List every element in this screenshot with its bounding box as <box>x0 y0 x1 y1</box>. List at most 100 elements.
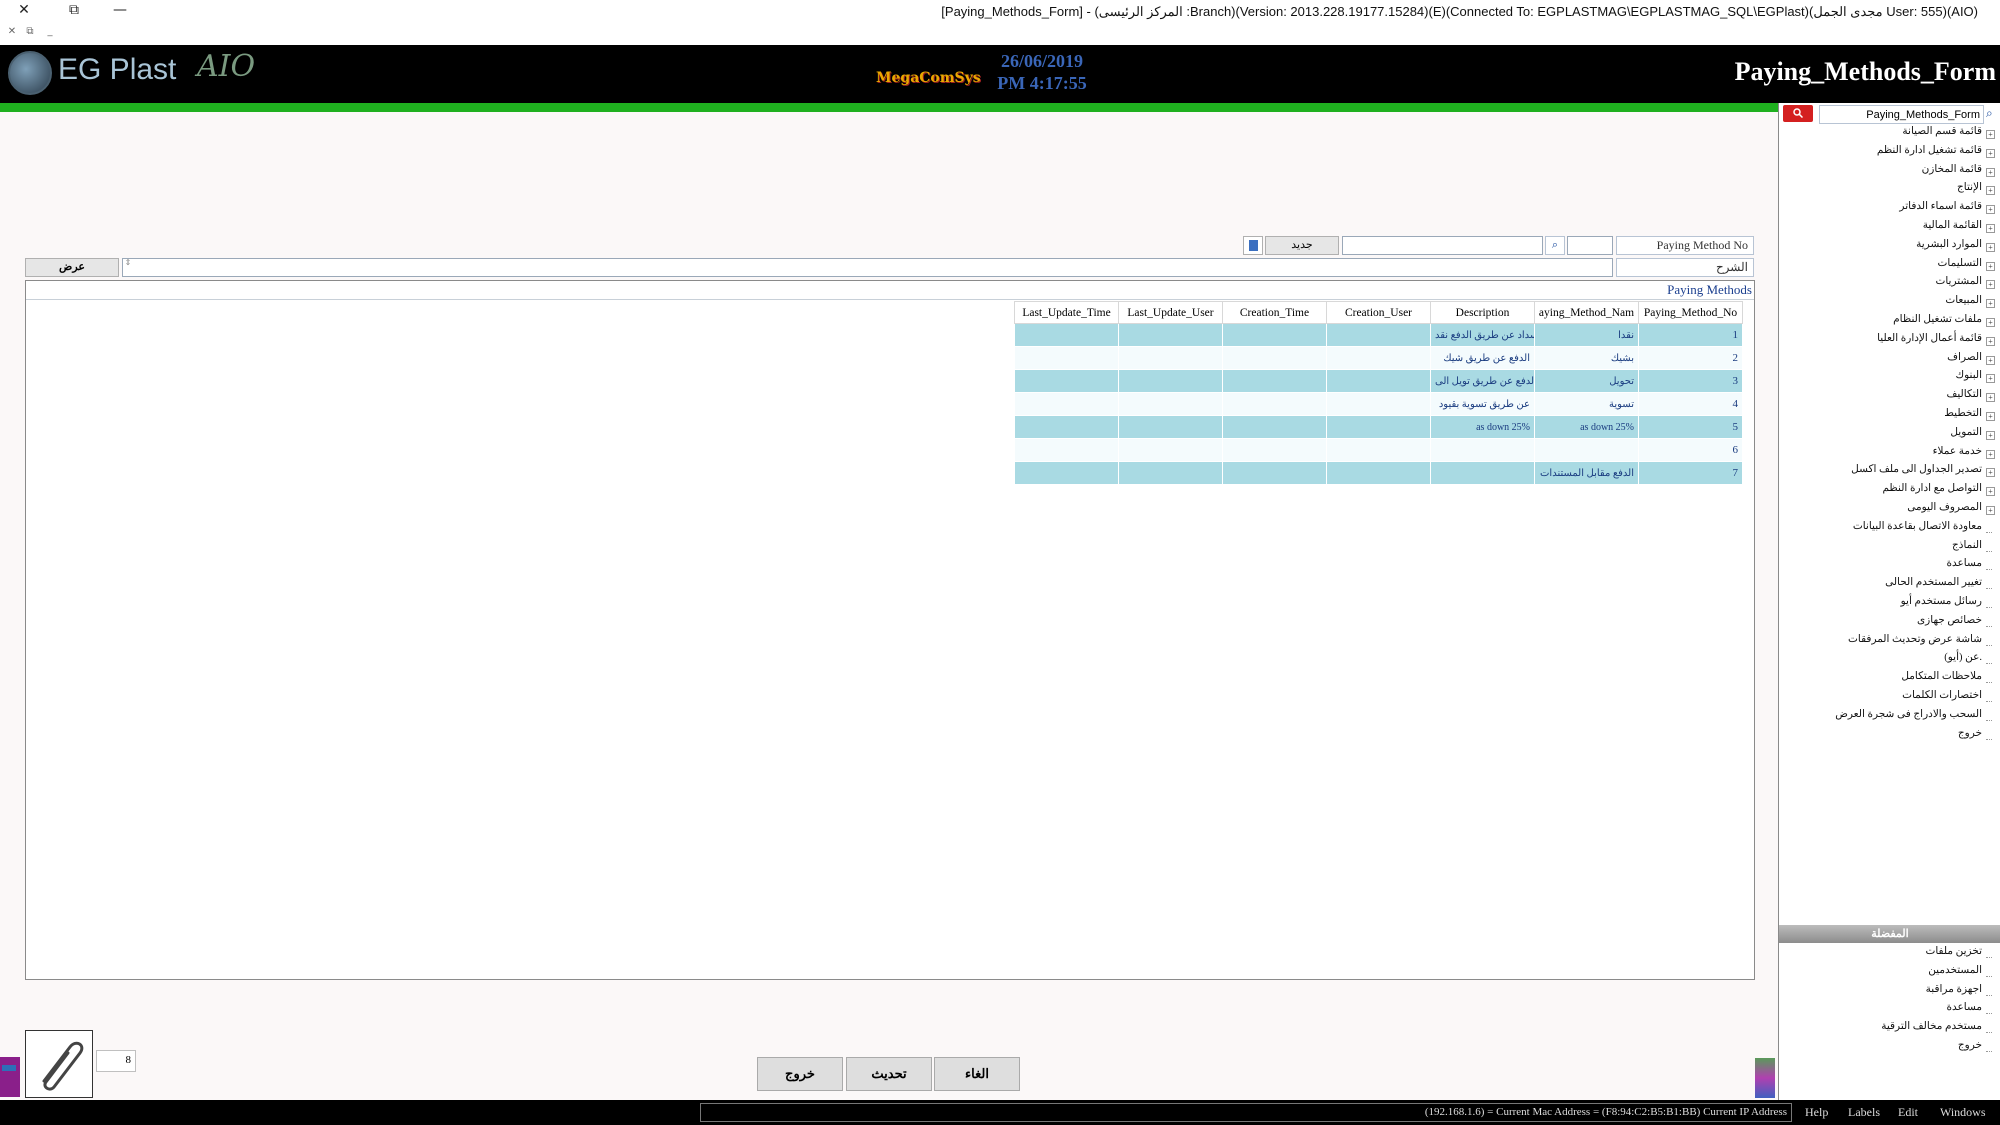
column-header[interactable]: Description <box>1430 301 1535 324</box>
column-header[interactable]: Creation_User <box>1326 301 1431 324</box>
show-button[interactable]: عرض <box>25 258 119 277</box>
expand-icon[interactable]: + <box>1986 468 1995 478</box>
table-cell[interactable] <box>1118 346 1223 370</box>
close-icon[interactable]: ✕ <box>12 2 36 20</box>
table-cell[interactable] <box>1014 415 1119 439</box>
description-input[interactable] <box>122 258 1613 277</box>
tree-item[interactable]: ملفات تشغيل النظام + <box>1778 313 1996 332</box>
tree-item[interactable]: التخطيط + <box>1778 407 1996 426</box>
column-header[interactable]: Creation_Time <box>1222 301 1327 324</box>
attachment-icon[interactable] <box>25 1030 93 1098</box>
table-row[interactable]: as down 25% as down 25% 5 <box>1014 415 1743 439</box>
table-cell[interactable] <box>1118 461 1223 485</box>
tree-item[interactable]: السحب والادراج فى شجرة العرض <box>1778 708 1996 727</box>
table-cell[interactable] <box>1014 346 1119 370</box>
menu-edit[interactable]: Edit <box>1898 1105 1918 1120</box>
table-cell[interactable] <box>1222 415 1327 439</box>
tree-item[interactable]: تغيير المستخدم الحالى <box>1778 576 1996 595</box>
column-header[interactable]: Last_Update_User <box>1118 301 1223 324</box>
table-cell[interactable]: as down 25% <box>1534 415 1639 439</box>
menu-labels[interactable]: Labels <box>1848 1105 1880 1120</box>
table-cell[interactable] <box>1222 461 1327 485</box>
table-cell[interactable]: بشيك <box>1534 346 1639 370</box>
expand-icon[interactable]: + <box>1986 317 1995 327</box>
column-header[interactable]: aying_Method_Nam <box>1534 301 1639 324</box>
tree-item[interactable]: قائمة المخازن + <box>1778 163 1996 182</box>
table-cell[interactable]: 3 <box>1638 369 1743 393</box>
expand-icon[interactable]: + <box>1986 167 1995 177</box>
tree-item[interactable]: التواصل مع ادارة النظم + <box>1778 482 1996 501</box>
sidebar-search-button[interactable] <box>1783 105 1813 122</box>
tree-item[interactable]: المبيعات + <box>1778 294 1996 313</box>
paying-method-no-input[interactable] <box>1567 236 1613 255</box>
expand-icon[interactable]: + <box>1986 393 1995 403</box>
tree-item[interactable]: المصروف اليومى + <box>1778 501 1996 520</box>
table-cell[interactable] <box>1222 346 1327 370</box>
menu-help[interactable]: Help <box>1805 1105 1828 1120</box>
exit-button[interactable]: خروج <box>757 1057 843 1091</box>
cancel-button[interactable]: الغاء <box>934 1057 1020 1091</box>
tree-item[interactable]: عن (أيو). <box>1778 651 1996 670</box>
menu-windows[interactable]: Windows <box>1940 1105 1986 1120</box>
table-row[interactable]: الدفع مقابل المستندات 7 <box>1014 461 1743 485</box>
tree-item[interactable]: الإنتاج + <box>1778 181 1996 200</box>
tree-item[interactable]: خصائص جهازى <box>1778 614 1996 633</box>
table-cell[interactable] <box>1222 438 1327 462</box>
table-cell[interactable] <box>1326 323 1431 347</box>
table-row[interactable]: الدفع عن طريق تويل الى تحويل 3 <box>1014 369 1743 393</box>
table-cell[interactable]: عن طريق تسوية بقيود <box>1430 392 1535 416</box>
tree-item[interactable]: الموارد البشرية + <box>1778 238 1996 257</box>
expand-icon[interactable]: + <box>1986 430 1995 440</box>
new-button[interactable]: جديد <box>1265 236 1339 255</box>
expand-icon[interactable]: + <box>1986 411 1995 421</box>
table-cell[interactable] <box>1326 438 1431 462</box>
favorite-item[interactable]: خروج <box>1778 1039 1996 1058</box>
table-cell[interactable] <box>1326 461 1431 485</box>
expand-icon[interactable]: + <box>1986 374 1995 384</box>
expand-icon[interactable]: + <box>1986 505 1995 515</box>
table-cell[interactable]: 6 <box>1638 438 1743 462</box>
table-cell[interactable]: as down 25% <box>1430 415 1535 439</box>
magnifier-icon[interactable]: ⌕ <box>1986 106 2000 122</box>
column-header[interactable]: Last_Update_Time <box>1014 301 1119 324</box>
expand-icon[interactable]: + <box>1986 261 1995 271</box>
table-cell[interactable]: الدفع مقابل المستندات <box>1534 461 1639 485</box>
table-cell[interactable] <box>1014 323 1119 347</box>
table-cell[interactable] <box>1014 392 1119 416</box>
table-cell[interactable] <box>1118 415 1223 439</box>
table-cell[interactable] <box>1326 346 1431 370</box>
table-cell[interactable] <box>1222 392 1327 416</box>
tree-item[interactable]: قائمة اسماء الدفاتر + <box>1778 200 1996 219</box>
favorite-item[interactable]: مستخدم مخالف الترقية <box>1778 1020 1996 1039</box>
side-tab-icon[interactable] <box>0 1057 20 1097</box>
table-cell[interactable]: 2 <box>1638 346 1743 370</box>
table-cell[interactable]: السداد عن طريق الدفع نقد <box>1430 323 1535 347</box>
tree-item[interactable]: التكاليف + <box>1778 388 1996 407</box>
expand-icon[interactable]: + <box>1986 242 1995 252</box>
expand-icon[interactable]: + <box>1986 148 1995 158</box>
color-palette-icon[interactable] <box>1755 1058 1775 1098</box>
table-cell[interactable] <box>1014 438 1119 462</box>
scroll-arrows-icon[interactable]: ⇕ <box>122 258 134 277</box>
expand-icon[interactable]: + <box>1986 299 1995 309</box>
column-header[interactable]: Paying_Method_No <box>1638 301 1743 324</box>
table-cell[interactable]: نقدا <box>1534 323 1639 347</box>
tree-item[interactable]: قائمة قسم الصيانة + <box>1778 125 1996 144</box>
expand-icon[interactable]: + <box>1986 449 1995 459</box>
tree-item[interactable]: البنوك + <box>1778 369 1996 388</box>
tree-item[interactable]: رسائل مستخدم أيو <box>1778 595 1996 614</box>
table-cell[interactable] <box>1118 438 1223 462</box>
table-cell[interactable]: تحويل <box>1534 369 1639 393</box>
refresh-button[interactable]: تحديث <box>846 1057 932 1091</box>
table-cell[interactable] <box>1326 415 1431 439</box>
table-cell[interactable] <box>1326 369 1431 393</box>
tree-item[interactable]: شاشة عرض وتحديث المرفقات <box>1778 633 1996 652</box>
table-cell[interactable] <box>1118 323 1223 347</box>
table-cell[interactable] <box>1222 369 1327 393</box>
expand-icon[interactable]: + <box>1986 186 1995 196</box>
tree-item[interactable]: النماذج <box>1778 539 1996 558</box>
favorite-item[interactable]: مساعدة <box>1778 1001 1996 1020</box>
tree-item[interactable]: قائمة أعمال الإدارة العليا + <box>1778 332 1996 351</box>
expand-icon[interactable]: + <box>1986 205 1995 215</box>
table-cell[interactable] <box>1430 461 1535 485</box>
